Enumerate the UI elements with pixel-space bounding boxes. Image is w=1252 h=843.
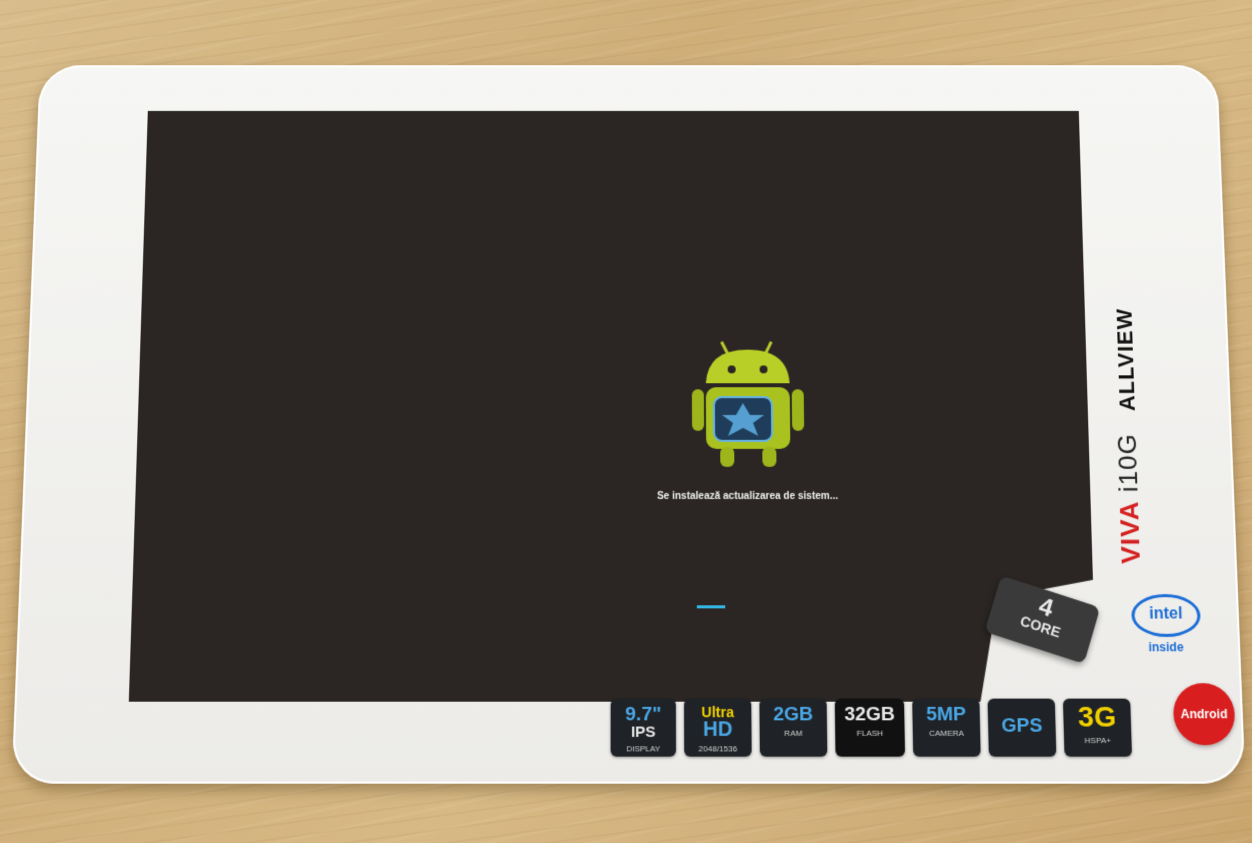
spec-value: 9.7"	[625, 703, 662, 726]
spec-value: 3G	[1077, 700, 1117, 733]
tablet-screen: Se instalează actualizarea de sistem...	[129, 111, 1097, 702]
spec-value: 5MP	[925, 703, 967, 726]
android-badge: Android	[1172, 683, 1236, 746]
spec-value: GPS	[1001, 715, 1043, 737]
spec-badge-storage: 32GB FLASH	[834, 698, 906, 757]
spec-caption: 2048/1536	[698, 744, 738, 754]
model-name: i10G	[1111, 433, 1144, 493]
spec-value: 32GB	[844, 703, 896, 726]
spec-badge-resolution: Ultra HD 2048/1536	[684, 698, 752, 757]
update-progress-indicator	[697, 605, 725, 608]
allview-logo: ALLVIEW	[1111, 308, 1140, 412]
spec-badge-gps: GPS	[987, 698, 1057, 757]
spec-badge-display: 9.7" IPS DISPLAY	[610, 698, 677, 757]
spec-caption: RAM	[784, 728, 803, 738]
spec-badge-network: 3G HSPA+	[1062, 698, 1133, 757]
spec-value: 2GB	[773, 703, 814, 726]
android-update-robot-icon	[688, 340, 819, 471]
viva-logo: VIVA	[1113, 500, 1146, 564]
intel-logo: intel	[1130, 594, 1202, 637]
spec-caption: FLASH	[856, 728, 884, 738]
spec-value: Ultra	[701, 703, 735, 721]
spec-badge-ram: 2GB RAM	[759, 698, 828, 757]
spec-badge-camera: 5MP CAMERA	[912, 698, 981, 757]
product-branding: VIVA i10G ALLVIEW	[1061, 258, 1193, 617]
tablet-device: Se instalează actualizarea de sistem... …	[11, 65, 1246, 784]
spec-sub: IPS	[630, 723, 656, 742]
spec-caption: DISPLAY	[626, 744, 661, 754]
intel-inside-label: inside	[1148, 640, 1184, 655]
system-update-status-text: Se instalează actualizarea de sistem...	[657, 490, 839, 503]
spec-sub: HD	[702, 718, 733, 742]
spec-caption: CAMERA	[928, 728, 965, 738]
spec-caption: HSPA+	[1084, 735, 1112, 746]
